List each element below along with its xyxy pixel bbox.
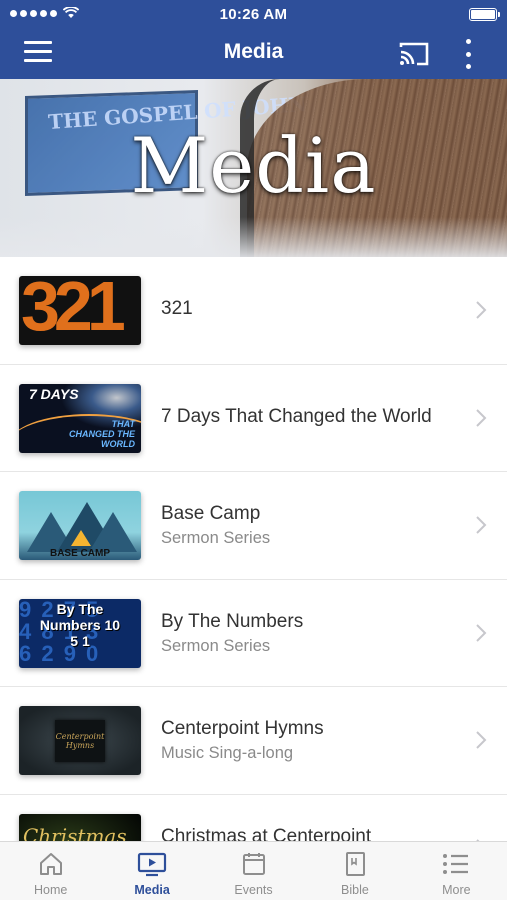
media-banner: THE GOSPEL OF JOHN Media [0, 79, 507, 257]
calendar-icon [242, 853, 265, 875]
status-time: 10:26 AM [219, 6, 288, 23]
media-tv-icon [138, 852, 167, 877]
list-item[interactable]: BASE CAMP Base Camp Sermon Series [0, 472, 507, 580]
bible-book-icon [345, 852, 365, 876]
page-title: Media [223, 40, 284, 63]
list-item-title: Base Camp [161, 503, 261, 524]
chevron-right-icon [476, 516, 487, 534]
list-item-title: Christmas at Centerpoint [161, 825, 372, 842]
list-item-subtitle: Sermon Series [161, 636, 271, 655]
nav-bar: Media [0, 28, 507, 79]
banner-title: Media [130, 121, 377, 210]
cast-icon[interactable] [398, 41, 430, 67]
list-icon [443, 854, 469, 874]
thumbnail: Centerpoint Hymns [19, 706, 141, 775]
status-bar: 10:26 AM [0, 0, 507, 28]
thumbnail: Christmas [19, 813, 141, 841]
list-item-subtitle: Sermon Series [161, 529, 271, 547]
chevron-right-icon [476, 623, 487, 642]
list-item[interactable]: Christmas Christmas at Centerpoint [0, 795, 507, 842]
list-item-title: Centerpoint Hymns [161, 718, 324, 739]
tab-media[interactable]: Media [101, 842, 202, 900]
chevron-right-icon [476, 301, 487, 319]
list-item-subtitle: Music Sing-a-long [161, 744, 294, 762]
list-item[interactable]: 7 DAYS THAT CHANGED THE WORLD 7 Days Tha… [0, 365, 507, 472]
home-icon [39, 853, 62, 875]
list-item[interactable]: Centerpoint Hymns Centerpoint Hymns Musi… [0, 687, 507, 795]
chevron-right-icon [476, 731, 487, 749]
list-item[interactable]: 321 321 [0, 257, 507, 365]
thumbnail: BASE CAMP [19, 491, 141, 560]
list-item-title: 321 [161, 298, 193, 319]
tab-bible[interactable]: Bible [304, 842, 405, 900]
list-item-title: 7 Days That Changed the World [161, 405, 432, 427]
thumbnail: 9 2 7 54 8 1 36 2 9 0 By The Numbers 10 … [19, 598, 141, 668]
list-item[interactable]: 9 2 7 54 8 1 36 2 9 0 By The Numbers 10 … [0, 580, 507, 687]
list-item-title: By The Numbers [161, 610, 304, 632]
tab-home[interactable]: Home [0, 842, 101, 900]
tab-bar: Home Media Events Bible More [0, 841, 507, 900]
tab-events[interactable]: Events [203, 842, 304, 900]
media-list: 321 321 7 DAYS THAT CHANGED THE WORLD 7 … [0, 257, 507, 841]
battery-icon [469, 8, 500, 21]
thumbnail: 321 [19, 276, 141, 345]
tab-more[interactable]: More [406, 842, 507, 900]
thumbnail: 7 DAYS THAT CHANGED THE WORLD [19, 383, 141, 453]
more-vertical-icon[interactable] [460, 39, 476, 69]
chevron-right-icon [476, 408, 487, 427]
